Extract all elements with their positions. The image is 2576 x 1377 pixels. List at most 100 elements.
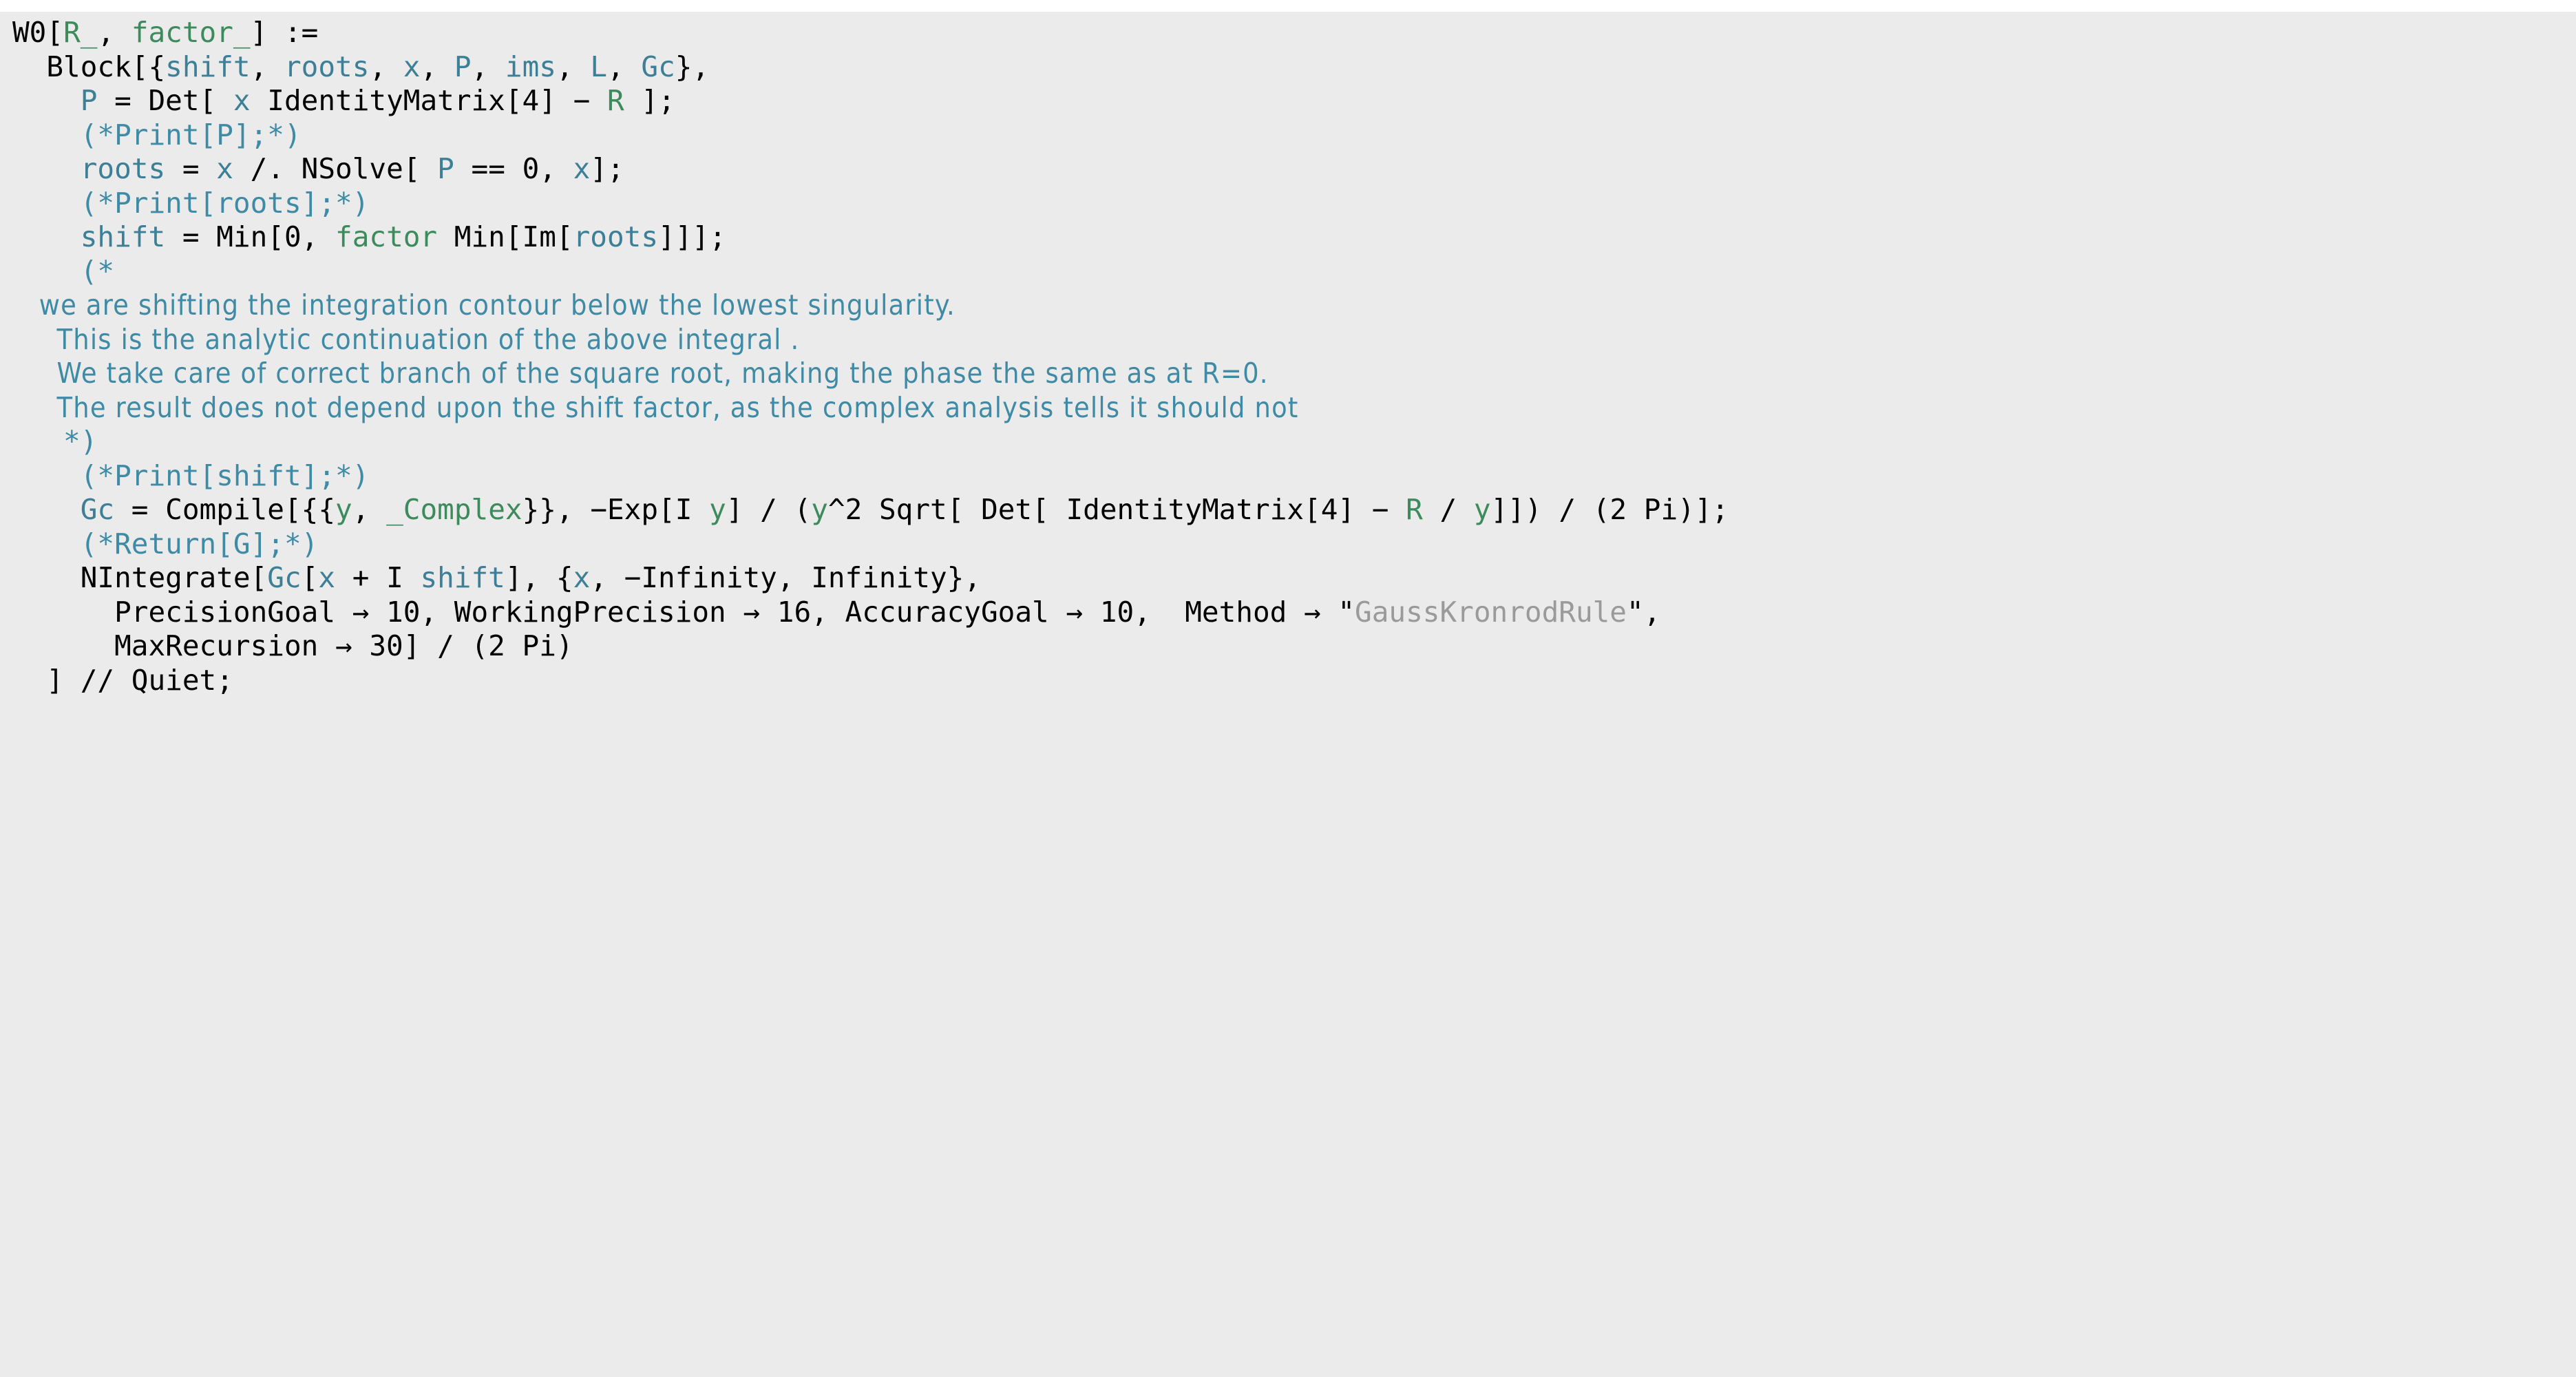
code-token: ]; [590,152,624,185]
code-line: *) [12,425,1729,459]
code-token: = [165,152,217,185]
code-token: ims [505,50,556,83]
code-token: Gc [641,50,675,83]
code-line: MaxRecursion → 30] / (2 Pi) [12,629,1729,664]
code-token: Gc [80,493,115,526]
code-token: y [811,493,828,526]
code-line: The result does not depend upon the shif… [12,391,1729,425]
code-token: PrecisionGoal → 10, WorkingPrecision → 1… [12,595,1338,629]
code-line: Gc = Compile[{{y, _Complex}}, −Exp[I y] … [12,493,1729,527]
code-token: , [471,50,505,83]
code-token: (*Print[shift];*) [12,459,370,492]
code-token: (*Print[P];*) [12,118,302,151]
code-token: ]]]; [658,220,726,253]
code-token: P [437,152,454,185]
code-block[interactable]: W0[R_, factor_] := Block[{shift, roots, … [12,12,1729,697]
code-line: W0[R_, factor_] := [12,16,1729,50]
code-token: P [80,84,98,117]
code-token: }}, −Exp[I [522,493,710,526]
code-token: shift [420,561,505,594]
code-token: ], { [505,561,573,594]
code-token: , [607,50,642,83]
code-token: We take care of correct branch of the sq… [12,357,1269,390]
code-line: (* [12,255,1729,289]
code-token: x [318,561,336,594]
code-line: (*Print[roots];*) [12,187,1729,221]
code-token: x [403,50,421,83]
code-token: Gc [267,561,302,594]
code-token: ] // Quiet; [12,663,233,697]
code-token: + I [335,561,421,594]
code-line: We take care of correct branch of the sq… [12,357,1729,391]
code-token: [ [301,561,319,594]
code-token: y [335,493,352,526]
code-token: , [420,50,454,83]
code-token: x [573,561,591,594]
code-token: roots [284,50,370,83]
code-token: The result does not depend upon the shif… [12,390,1299,424]
code-token: NIntegrate[ [12,561,268,594]
code-token: _Complex [386,493,522,526]
code-token: = Det[ [97,84,233,117]
code-line: ] // Quiet; [12,664,1729,698]
code-line: PrecisionGoal → 10, WorkingPrecision → 1… [12,596,1729,630]
code-token: (*Return[G];*) [12,527,319,560]
code-token: factor_ [131,16,251,49]
code-line: we are shifting the integration contour … [12,288,1729,323]
code-token: Block[{ [12,50,166,83]
code-token: " [1338,595,1355,629]
code-line: (*Print[shift];*) [12,459,1729,494]
code-token: ", [1627,595,1661,629]
code-token: , [556,50,591,83]
code-token: }, [675,50,710,83]
code-token: ]]) / (2 Pi)]; [1490,493,1729,526]
code-token: x [573,152,591,185]
code-token: y [709,493,726,526]
code-token: , [97,16,131,49]
code-token: we are shifting the integration contour … [12,288,956,322]
code-token: shift [80,220,166,253]
code-line: roots = x /. NSolve[ P == 0, x]; [12,152,1729,187]
code-token: / [1422,493,1474,526]
code-token: , [369,50,403,83]
code-token: , [250,50,284,83]
code-token: P [454,50,472,83]
code-line: shift = Min[0, factor Min[Im[roots]]]; [12,220,1729,255]
code-token: ] := [250,16,319,49]
code-token: L [590,50,608,83]
code-token: ] / ( [726,493,812,526]
code-token: , [352,493,387,526]
code-token: = Compile[{{ [114,493,336,526]
code-token: roots [573,220,659,253]
code-line: This is the analytic continuation of the… [12,323,1729,357]
code-token: ]; [624,84,675,117]
code-token: == 0, [454,152,573,185]
code-token: Min[Im[ [437,220,573,253]
code-token: IdentityMatrix[4] − [250,84,607,117]
code-token: ^2 Sqrt[ Det[ IdentityMatrix[4] − [827,493,1406,526]
code-line: (*Return[G];*) [12,527,1729,562]
code-token: (* [12,254,115,288]
code-line: P = Det[ x IdentityMatrix[4] − R ]; [12,84,1729,118]
code-token: MaxRecursion → 30] / (2 Pi) [12,629,573,662]
code-token: x [233,84,251,117]
code-token: *) [12,425,98,458]
code-cell[interactable]: W0[R_, factor_] := Block[{shift, roots, … [0,12,2576,1377]
code-token: GaussKronrodRule [1355,595,1627,629]
code-line: NIntegrate[Gc[x + I shift], {x, −Infinit… [12,561,1729,596]
code-token: W0[ [12,16,64,49]
code-line: (*Print[P];*) [12,118,1729,153]
code-line: Block[{shift, roots, x, P, ims, L, Gc}, [12,50,1729,85]
code-token: /. NSolve[ [233,152,438,185]
code-token: , −Infinity, Infinity}, [590,561,982,594]
code-token: (*Print[roots];*) [12,186,370,220]
code-token: R [606,84,624,117]
code-token: roots [80,152,166,185]
code-token: R [1406,493,1423,526]
code-token: = Min[0, [165,220,336,253]
code-token: This is the analytic continuation of the… [12,322,800,356]
